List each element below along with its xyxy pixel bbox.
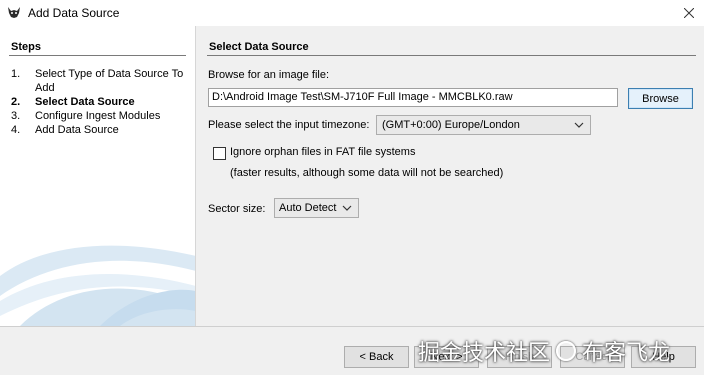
chevron-down-icon [574,122,584,128]
watermark-text-right: 布客飞龙 [582,341,671,366]
step-item-2: 2. Select Data Source [11,95,191,109]
ignore-orphan-checkbox[interactable] [213,147,226,160]
watermark: 掘金技术社区 布客飞龙 [418,334,700,368]
timezone-select[interactable]: (GMT+0:00) Europe/London [376,115,591,135]
autopsy-dog-icon [8,7,20,18]
content-panel: Select Data Source Browse for an image f… [197,26,704,326]
window-title: Add Data Source [28,6,120,20]
step-item-4: 4. Add Data Source [11,123,191,137]
close-icon [684,8,694,18]
step-label: Configure Ingest Modules [35,110,161,122]
browse-button[interactable]: Browse [628,88,693,109]
chevron-down-icon [342,205,352,211]
ignore-orphan-label[interactable]: Ignore orphan files in FAT file systems [230,146,415,158]
steps-header: Steps [11,41,41,53]
step-item-3: 3. Configure Ingest Modules [11,109,191,123]
step-number: 1. [11,68,21,80]
close-button[interactable] [674,0,704,26]
browse-label: Browse for an image file: [208,69,330,81]
steps-panel: Steps 1. Select Type of Data Source To A… [0,26,196,326]
footer-divider [0,326,704,327]
timezone-label: Please select the input timezone: [208,119,370,131]
step-label: Select Type of Data Source To Add [35,68,184,94]
sector-size-select[interactable]: Auto Detect [274,198,359,218]
step-item-1: 1. Select Type of Data Source To Add [11,67,191,95]
section-title: Select Data Source [209,41,309,53]
step-number: 2. [11,96,21,108]
section-divider [207,55,696,56]
image-path-input[interactable]: D:\Android Image Test\SM-J710F Full Imag… [208,88,618,107]
watermark-logo-icon [556,341,577,361]
watermark-text-left: 掘金技术社区 [418,341,551,366]
steps-divider [9,55,186,56]
steps-list: 1. Select Type of Data Source To Add 2. … [11,67,191,137]
ignore-orphan-note: (faster results, although some data will… [230,167,504,179]
sector-size-label: Sector size: [208,203,266,215]
back-button[interactable]: < Back [344,346,409,368]
sector-size-value: Auto Detect [279,202,337,214]
step-number: 3. [11,110,21,122]
title-bar: Add Data Source [0,0,704,26]
step-label: Select Data Source [35,96,135,108]
step-label: Add Data Source [35,124,119,136]
timezone-value: (GMT+0:00) Europe/London [382,119,520,131]
decorative-swoosh [0,245,195,326]
step-number: 4. [11,124,21,136]
